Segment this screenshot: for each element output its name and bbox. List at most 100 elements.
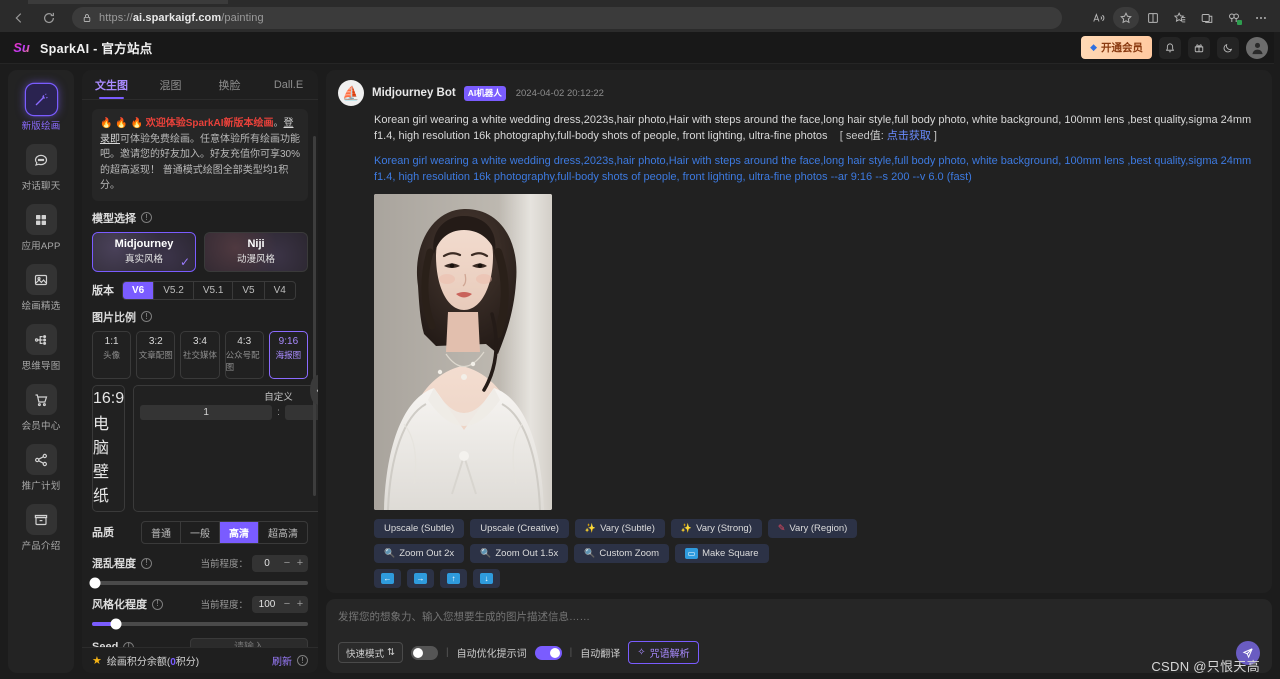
- separator: |: [570, 647, 573, 658]
- custom-zoom-button[interactable]: 🔍Custom Zoom: [574, 544, 669, 563]
- version-option-v4[interactable]: V4: [265, 282, 295, 299]
- ratio-option-9-16[interactable]: 9:16 海报图: [269, 331, 308, 379]
- sidebar-item-product-intro[interactable]: 产品介绍: [12, 499, 70, 556]
- help-icon[interactable]: !: [141, 558, 152, 569]
- chat-messages: ⛵ Midjourney Bot AI机器人 2024-04-02 20:12:…: [326, 70, 1272, 593]
- help-icon[interactable]: !: [141, 212, 152, 223]
- mode-selector[interactable]: 快速模式 ⇅: [338, 642, 403, 663]
- ratio-option-1-1[interactable]: 1:1 头像: [92, 331, 131, 379]
- make-square-button[interactable]: ▭Make Square: [675, 544, 769, 563]
- seed-fetch-link[interactable]: 点击获取: [887, 130, 931, 142]
- version-option-v5[interactable]: V5: [233, 282, 264, 299]
- stylize-stepper[interactable]: 100 − +: [252, 596, 308, 613]
- pan-up-button[interactable]: ↑: [440, 569, 467, 588]
- ratio-section-label: 图片比例 !: [92, 309, 308, 325]
- chaos-slider[interactable]: [92, 581, 308, 585]
- more-options-icon[interactable]: [1248, 7, 1274, 29]
- ratio-option-4-3[interactable]: 4:3 公众号配图: [225, 331, 264, 379]
- refresh-credits-button[interactable]: 刷新: [272, 653, 292, 668]
- vary-strong-button[interactable]: ✨Vary (Strong): [671, 519, 762, 538]
- lock-icon: [82, 13, 92, 23]
- address-bar[interactable]: https://ai.sparkaigf.com/painting: [72, 7, 1062, 29]
- sidebar-item-affiliate[interactable]: 推广计划: [12, 439, 70, 496]
- ratio-option-3-4[interactable]: 3:4 社交媒体: [180, 331, 219, 379]
- quality-option-hd[interactable]: 高清: [220, 522, 259, 543]
- quality-option-normal[interactable]: 普通: [142, 522, 181, 543]
- zoom-out-2x-button[interactable]: 🔍Zoom Out 2x: [374, 544, 464, 563]
- quality-option-uhd[interactable]: 超高清: [259, 522, 307, 543]
- help-icon[interactable]: !: [297, 655, 308, 666]
- pan-left-button[interactable]: ←: [374, 569, 401, 588]
- quality-option-general[interactable]: 一般: [181, 522, 220, 543]
- version-option-v51[interactable]: V5.1: [194, 282, 234, 299]
- split-screen-icon[interactable]: [1140, 7, 1166, 29]
- read-aloud-icon[interactable]: [1086, 7, 1112, 29]
- extensions-icon[interactable]: [1221, 7, 1247, 29]
- stylize-plus-button[interactable]: +: [295, 598, 305, 610]
- sidebar-item-chat[interactable]: 对话聊天: [12, 139, 70, 196]
- prompt-input[interactable]: [338, 608, 1260, 626]
- app-header: Su SparkAI - 官方站点 ◆ 开通会员: [0, 32, 1280, 64]
- help-icon[interactable]: !: [141, 311, 152, 322]
- tab-text-to-image[interactable]: 文生图: [82, 70, 141, 99]
- auto-translate-toggle[interactable]: [535, 646, 562, 660]
- stylize-slider[interactable]: [92, 622, 308, 626]
- model-card-midjourney[interactable]: Midjourney 真实风格 ✓: [92, 232, 196, 272]
- model-card-niji[interactable]: Niji 动漫风格: [204, 232, 308, 272]
- custom-ratio-width-input[interactable]: [140, 405, 272, 420]
- reload-icon[interactable]: [36, 6, 62, 30]
- composer-toolbar: 快速模式 ⇅ | 自动优化提示词 | 自动翻译 ✧ 咒语解析: [338, 641, 1260, 664]
- prompt-full-command[interactable]: Korean girl wearing a white wedding dres…: [374, 153, 1260, 186]
- favorite-star-icon[interactable]: [1113, 7, 1139, 29]
- zoom-out-1-5x-button[interactable]: 🔍Zoom Out 1.5x: [470, 544, 568, 563]
- action-row-zoom: 🔍Zoom Out 2x 🔍Zoom Out 1.5x 🔍Custom Zoom…: [374, 544, 1260, 563]
- sidebar-item-membership[interactable]: 会员中心: [12, 379, 70, 436]
- chaos-minus-button[interactable]: −: [282, 557, 292, 569]
- ratio-option-3-2[interactable]: 3:2 文章配图: [136, 331, 175, 379]
- updown-arrows-icon: ⇅: [387, 647, 395, 658]
- chaos-stepper[interactable]: 0 − +: [252, 555, 308, 572]
- browser-essentials-icon[interactable]: [1194, 7, 1220, 29]
- help-icon[interactable]: !: [152, 599, 163, 610]
- action-row-upscale-vary: Upscale (Subtle) Upscale (Creative) ✨Var…: [374, 519, 1260, 538]
- generated-image[interactable]: [374, 194, 552, 510]
- version-option-v52[interactable]: V5.2: [154, 282, 194, 299]
- tab-dalle[interactable]: Dall.E: [259, 70, 318, 99]
- collections-icon[interactable]: [1167, 7, 1193, 29]
- vary-region-button[interactable]: ✎Vary (Region): [768, 519, 857, 538]
- version-option-v6[interactable]: V6: [123, 282, 154, 299]
- settings-scrollbar[interactable]: [313, 136, 316, 496]
- ratio-option-16-9[interactable]: 16:9 电脑壁纸: [92, 385, 125, 512]
- magic-sparkle-icon: ✧: [637, 647, 645, 658]
- bell-icon[interactable]: [1159, 37, 1181, 59]
- magnifier-icon: 🔍: [384, 548, 395, 559]
- model-title: Niji: [247, 238, 264, 250]
- sidebar-item-gallery[interactable]: 绘画精选: [12, 259, 70, 316]
- vary-subtle-button[interactable]: ✨Vary (Subtle): [575, 519, 665, 538]
- gift-icon[interactable]: [1188, 37, 1210, 59]
- vip-upgrade-button[interactable]: ◆ 开通会员: [1081, 36, 1152, 59]
- model-section-label: 模型选择 !: [92, 210, 308, 226]
- auto-optimize-toggle[interactable]: [411, 646, 438, 660]
- upscale-subtle-button[interactable]: Upscale (Subtle): [374, 519, 464, 538]
- pan-down-button[interactable]: ↓: [473, 569, 500, 588]
- sidebar-item-mindmap[interactable]: 思维导图: [12, 319, 70, 376]
- url-text: https://ai.sparkaigf.com/painting: [99, 12, 264, 24]
- help-icon[interactable]: !: [123, 642, 134, 648]
- upscale-creative-button[interactable]: Upscale (Creative): [470, 519, 569, 538]
- browser-tab[interactable]: [28, 0, 228, 4]
- tab-blend[interactable]: 混图: [141, 70, 200, 99]
- back-arrow-icon[interactable]: [6, 6, 32, 30]
- prompt-parse-button[interactable]: ✧ 咒语解析: [628, 641, 698, 664]
- sidebar-item-new-painting[interactable]: 新版绘画: [12, 79, 70, 136]
- chaos-plus-button[interactable]: +: [295, 557, 305, 569]
- user-avatar[interactable]: [1246, 37, 1268, 59]
- pan-right-button[interactable]: →: [407, 569, 434, 588]
- tab-face-swap[interactable]: 换脸: [200, 70, 259, 99]
- quality-row: 品质 普通 一般 高清 超高清: [92, 521, 308, 544]
- arrow-down-icon: ↓: [480, 573, 493, 584]
- sidebar-item-apps[interactable]: 应用APP: [12, 199, 70, 256]
- stylize-minus-button[interactable]: −: [282, 598, 292, 610]
- moon-icon[interactable]: [1217, 37, 1239, 59]
- seed-input[interactable]: [190, 638, 308, 648]
